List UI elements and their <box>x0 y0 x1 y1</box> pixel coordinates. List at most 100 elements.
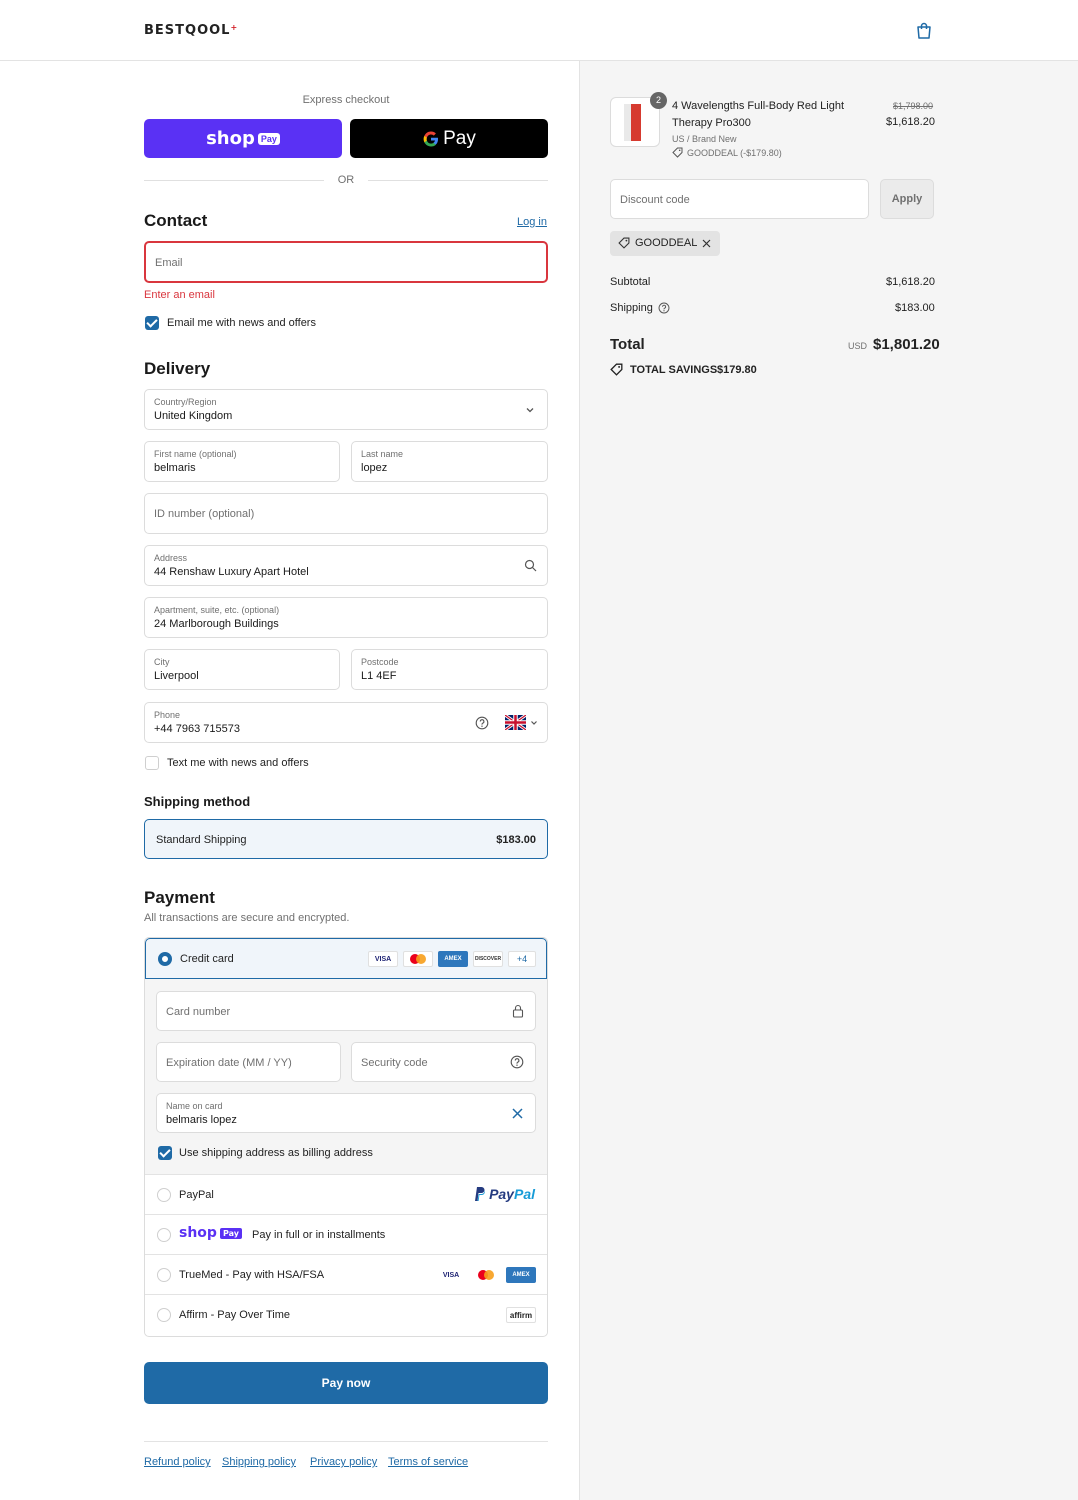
shop-pay-option[interactable]: shop Pay Pay in full or in installments <box>145 1214 547 1254</box>
product-name-line2: Therapy Pro300 <box>672 117 751 129</box>
terms-of-service-link[interactable]: Terms of service <box>388 1456 468 1468</box>
credit-card-label: Credit card <box>180 953 234 965</box>
shipping-method-title: Shipping method <box>144 794 251 809</box>
total-value: $1,801.20 <box>873 336 940 353</box>
pay-now-button[interactable]: Pay now <box>144 1362 548 1404</box>
help-circle-icon[interactable] <box>510 1055 524 1069</box>
address-field[interactable]: Address 44 Renshaw Luxury Apart Hotel <box>144 545 548 586</box>
delivery-title: Delivery <box>144 359 211 378</box>
phone-field[interactable]: Phone +44 7963 715573 <box>144 702 548 743</box>
chevron-down-icon <box>526 408 534 413</box>
paypal-option[interactable]: PayPal PayPal <box>145 1174 547 1214</box>
login-link[interactable]: Log in <box>517 216 547 228</box>
postcode-field[interactable]: Postcode L1 4EF <box>351 649 548 690</box>
total-label: Total <box>610 336 645 353</box>
search-icon <box>524 559 537 572</box>
name-on-card-field[interactable]: Name on card belmaris lopez <box>156 1093 536 1133</box>
amex-logo-icon: AMEX <box>438 951 468 967</box>
shipping-policy-link[interactable]: Shipping policy <box>222 1456 296 1468</box>
payment-title: Payment <box>144 888 215 907</box>
payment-subtitle: All transactions are secure and encrypte… <box>144 912 350 924</box>
subtotal-value: $1,618.20 <box>886 276 935 288</box>
visa-logo-icon: VISA <box>368 951 398 967</box>
affirm-radio[interactable] <box>157 1308 171 1322</box>
shop-pay-logo-icon: shop Pay <box>179 1225 242 1241</box>
total-savings-label: TOTAL SAVINGS <box>630 364 718 376</box>
product-price: $1,618.20 <box>886 116 935 128</box>
newsletter-label: Email me with news and offers <box>167 317 316 329</box>
shipping-label: Shipping <box>610 302 653 314</box>
country-select[interactable]: Country/Region United Kingdom <box>144 389 548 430</box>
discount-chip: GOODDEAL <box>610 231 720 256</box>
credit-card-radio[interactable] <box>158 952 172 966</box>
billing-checkbox[interactable] <box>158 1146 172 1160</box>
discount-chip-label: GOODDEAL <box>635 237 698 249</box>
apartment-field[interactable]: Apartment, suite, etc. (optional) 24 Mar… <box>144 597 548 638</box>
more-cards-badge: +4 <box>508 951 536 967</box>
discount-code-field[interactable]: Discount code <box>610 179 869 219</box>
product-variant: US / Brand New <box>672 134 737 144</box>
subtotal-label: Subtotal <box>610 276 651 288</box>
tag-icon <box>672 147 683 158</box>
shipping-option-standard[interactable]: Standard Shipping $183.00 <box>144 819 548 859</box>
lock-icon <box>512 1004 524 1018</box>
shop-pay-radio[interactable] <box>157 1228 171 1242</box>
billing-label: Use shipping address as billing address <box>179 1147 373 1159</box>
city-field[interactable]: City Liverpool <box>144 649 340 690</box>
truemed-option[interactable]: TrueMed - Pay with HSA/FSA VISA AMEX <box>145 1254 547 1294</box>
google-g-icon <box>423 131 439 146</box>
affirm-logo-icon: affirm <box>506 1307 536 1323</box>
mastercard-logo-icon <box>471 1267 501 1283</box>
sms-label: Text me with news and offers <box>167 757 309 769</box>
discover-logo-icon: DISCOVER <box>473 951 503 967</box>
paypal-radio[interactable] <box>157 1188 171 1202</box>
help-circle-icon[interactable] <box>658 302 670 314</box>
product-discount-tag: GOODDEAL (-$179.80) <box>687 148 782 158</box>
apply-button[interactable]: Apply <box>880 179 934 219</box>
affirm-option[interactable]: Affirm - Pay Over Time affirm <box>145 1294 547 1334</box>
express-checkout-label: Express checkout <box>302 94 390 106</box>
expiry-date-field[interactable]: Expiration date (MM / YY) <box>156 1042 341 1082</box>
refund-policy-link[interactable]: Refund policy <box>144 1456 211 1468</box>
email-field[interactable]: Email <box>144 241 548 283</box>
newsletter-checkbox[interactable] <box>145 316 159 330</box>
help-circle-icon[interactable] <box>475 716 489 730</box>
paypal-logo-icon: PayPal <box>473 1186 535 1202</box>
card-number-field[interactable]: Card number <box>156 991 536 1031</box>
total-savings-value: $179.80 <box>717 364 757 376</box>
contact-title: Contact <box>144 211 208 230</box>
clear-icon[interactable] <box>512 1108 523 1119</box>
security-code-field[interactable]: Security code <box>351 1042 536 1082</box>
uk-flag-icon[interactable] <box>505 715 526 730</box>
shopping-bag-icon[interactable] <box>915 22 933 40</box>
chevron-down-icon <box>531 721 537 725</box>
shop-pay-text: Pay in full or in installments <box>252 1229 386 1241</box>
shipping-value: $183.00 <box>895 302 935 314</box>
sms-checkbox[interactable] <box>145 756 159 770</box>
payment-methods: Credit card VISA AMEX DISCOVER +4 Card n… <box>144 937 548 1337</box>
credit-card-form: Card number Expiration date (MM / YY) Se… <box>145 979 547 1174</box>
email-error: Enter an email <box>144 289 215 301</box>
currency-code: USD <box>848 341 868 351</box>
store-logo[interactable]: BESTQOOL+ <box>144 23 238 38</box>
tag-icon <box>618 237 630 249</box>
truemed-radio[interactable] <box>157 1268 171 1282</box>
order-summary-panel <box>579 61 1078 1500</box>
quantity-badge: 2 <box>650 92 667 109</box>
last-name-field[interactable]: Last name lopez <box>351 441 548 482</box>
credit-card-option[interactable]: Credit card VISA AMEX DISCOVER +4 <box>145 938 547 979</box>
remove-discount-icon[interactable] <box>702 239 711 248</box>
visa-logo-icon: VISA <box>436 1267 466 1283</box>
id-number-field[interactable]: ID number (optional) <box>144 493 548 534</box>
tag-icon <box>610 363 623 376</box>
original-price: $1,798.00 <box>893 101 934 111</box>
shop-pay-button[interactable]: shop Pay <box>144 119 342 158</box>
site-header: BESTQOOL+ <box>0 0 1078 61</box>
or-divider: OR <box>144 174 548 188</box>
google-pay-button[interactable]: Pay <box>350 119 548 158</box>
privacy-policy-link[interactable]: Privacy policy <box>310 1456 377 1468</box>
amex-logo-icon: AMEX <box>506 1267 536 1283</box>
first-name-field[interactable]: First name (optional) belmaris <box>144 441 340 482</box>
footer-divider <box>144 1441 548 1442</box>
mastercard-logo-icon <box>403 951 433 967</box>
